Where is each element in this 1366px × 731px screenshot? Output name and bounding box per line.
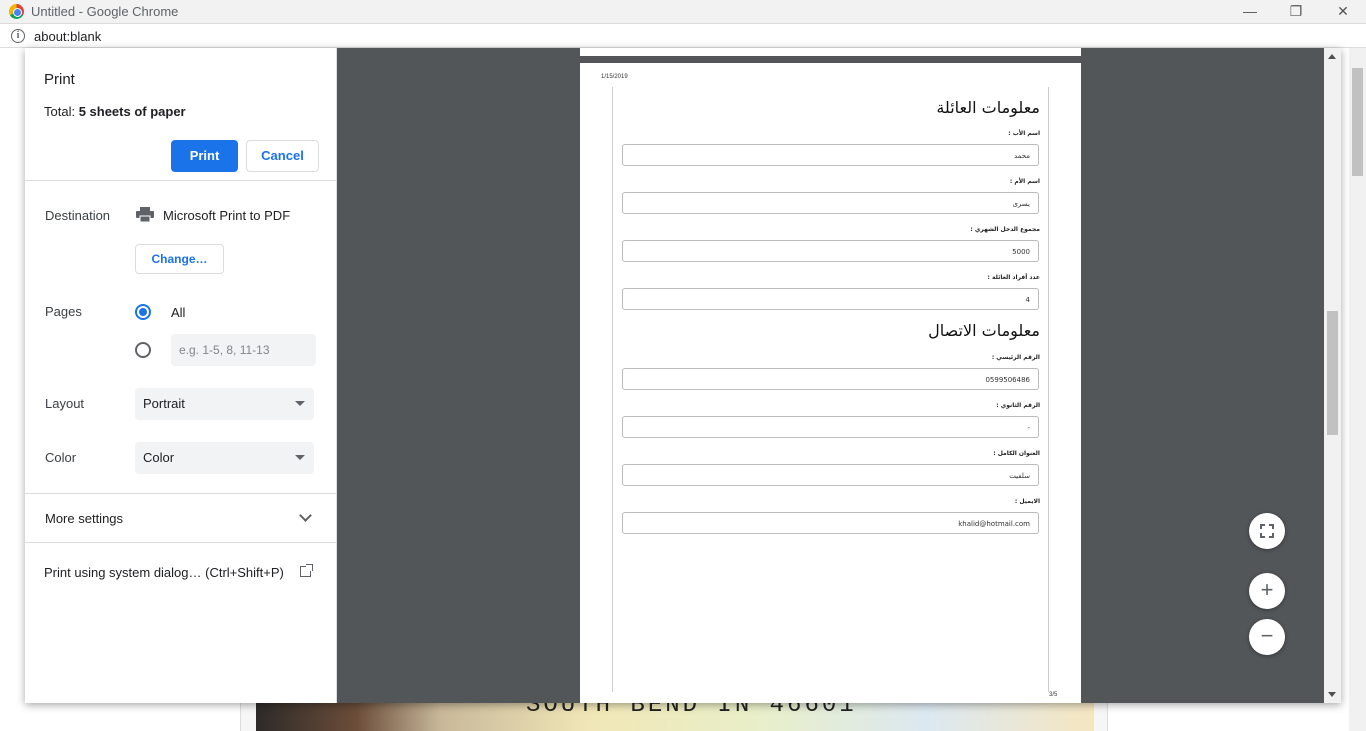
divider	[25, 542, 337, 543]
field-label: الايميل :	[1014, 498, 1040, 505]
field-label: الرقم الرئيسي :	[991, 354, 1040, 361]
field-label: اسم الأب :	[1008, 130, 1040, 137]
divider	[25, 180, 337, 181]
page-date: 1/15/2019	[601, 74, 628, 80]
preview-scrollbar-thumb[interactable]	[1327, 311, 1338, 435]
more-settings-toggle[interactable]: More settings	[45, 511, 123, 526]
zoom-out-button[interactable]: −	[1249, 619, 1285, 655]
url-text[interactable]: about:blank	[34, 29, 101, 44]
open-external-icon[interactable]	[300, 564, 313, 577]
page-scrollbar[interactable]	[1349, 48, 1366, 731]
chrome-logo-icon	[9, 4, 24, 19]
destination-label: Destination	[45, 208, 111, 223]
close-window-button[interactable]: ✕	[1320, 0, 1366, 24]
minus-icon: −	[1260, 623, 1274, 648]
address-bar[interactable]: i about:blank	[0, 24, 1366, 48]
layout-select[interactable]: Portrait	[135, 388, 314, 420]
family-info-title: معلومات العائلة	[936, 98, 1040, 117]
page-scrollbar-thumb[interactable]	[1352, 68, 1363, 176]
destination-value[interactable]: Microsoft Print to PDF	[163, 208, 290, 223]
page-number: 3/5	[1049, 692, 1058, 698]
print-dialog: Print Total: 5 sheets of paper Print Can…	[25, 48, 1341, 703]
field-value: محمد	[622, 144, 1039, 166]
fit-to-page-button[interactable]	[1249, 513, 1285, 549]
scroll-down-icon[interactable]	[1328, 692, 1336, 697]
print-preview-area: 1/15/2019 معلومات العائلة اسم الأب : محم…	[337, 48, 1341, 703]
color-label: Color	[45, 450, 77, 465]
total-prefix: Total:	[44, 104, 79, 119]
total-value: 5 sheets of paper	[78, 104, 186, 119]
preview-scrollbar[interactable]	[1324, 48, 1341, 703]
field-label: العنوان الكامل :	[993, 450, 1040, 457]
dialog-title: Print	[44, 71, 75, 88]
restore-button[interactable]: ❐	[1273, 0, 1319, 24]
system-dialog-link[interactable]: Print using system dialog… (Ctrl+Shift+P…	[44, 565, 284, 580]
print-sidebar: Print Total: 5 sheets of paper Print Can…	[25, 48, 337, 703]
field-label: مجموع الدخل الشهري :	[970, 226, 1040, 233]
field-label: اسم الأم :	[1009, 178, 1040, 185]
window-titlebar: Untitled - Google Chrome — ❐ ✕	[0, 0, 1366, 24]
plus-icon: +	[1260, 577, 1274, 602]
info-icon[interactable]: i	[11, 29, 25, 43]
caret-down-icon	[295, 455, 305, 460]
print-button[interactable]: Print	[171, 140, 238, 172]
color-select[interactable]: Color	[135, 442, 314, 474]
layout-value: Portrait	[143, 396, 185, 411]
field-value: يسرى	[622, 192, 1039, 214]
minimize-button[interactable]: —	[1227, 0, 1273, 24]
field-label: عدد أفراد العائلة :	[987, 274, 1040, 281]
field-value: 4	[622, 288, 1039, 310]
zoom-in-button[interactable]: +	[1249, 573, 1285, 609]
field-value: سلفيت	[622, 464, 1039, 486]
change-destination-button[interactable]: Change…	[135, 244, 224, 274]
field-value: 5000	[622, 240, 1039, 262]
cancel-button[interactable]: Cancel	[246, 140, 319, 172]
chevron-down-icon[interactable]	[299, 509, 312, 522]
pages-all-radio[interactable]	[135, 304, 151, 320]
caret-down-icon	[295, 401, 305, 406]
pages-custom-input[interactable]: e.g. 1-5, 8, 11-13	[171, 334, 316, 366]
printer-icon	[136, 207, 154, 222]
pages-custom-radio[interactable]	[135, 342, 151, 358]
pages-all-label[interactable]: All	[171, 305, 185, 320]
field-label: الرقم الثانوي :	[996, 402, 1040, 409]
divider	[25, 493, 337, 494]
field-value: -	[622, 416, 1039, 438]
previous-page-edge	[580, 48, 1081, 56]
fit-to-page-icon	[1260, 524, 1274, 538]
pages-label: Pages	[45, 304, 82, 319]
color-value: Color	[143, 450, 175, 465]
contact-info-title: معلومات الاتصال	[928, 321, 1040, 340]
window-title: Untitled - Google Chrome	[31, 4, 179, 19]
layout-label: Layout	[45, 396, 85, 411]
field-value: khalid@hotmail.com	[622, 512, 1039, 534]
preview-page: 1/15/2019 معلومات العائلة اسم الأب : محم…	[580, 63, 1081, 703]
field-value: 0599506486	[622, 368, 1039, 390]
total-sheets: Total: 5 sheets of paper	[44, 104, 186, 119]
scroll-up-icon[interactable]	[1328, 54, 1336, 59]
